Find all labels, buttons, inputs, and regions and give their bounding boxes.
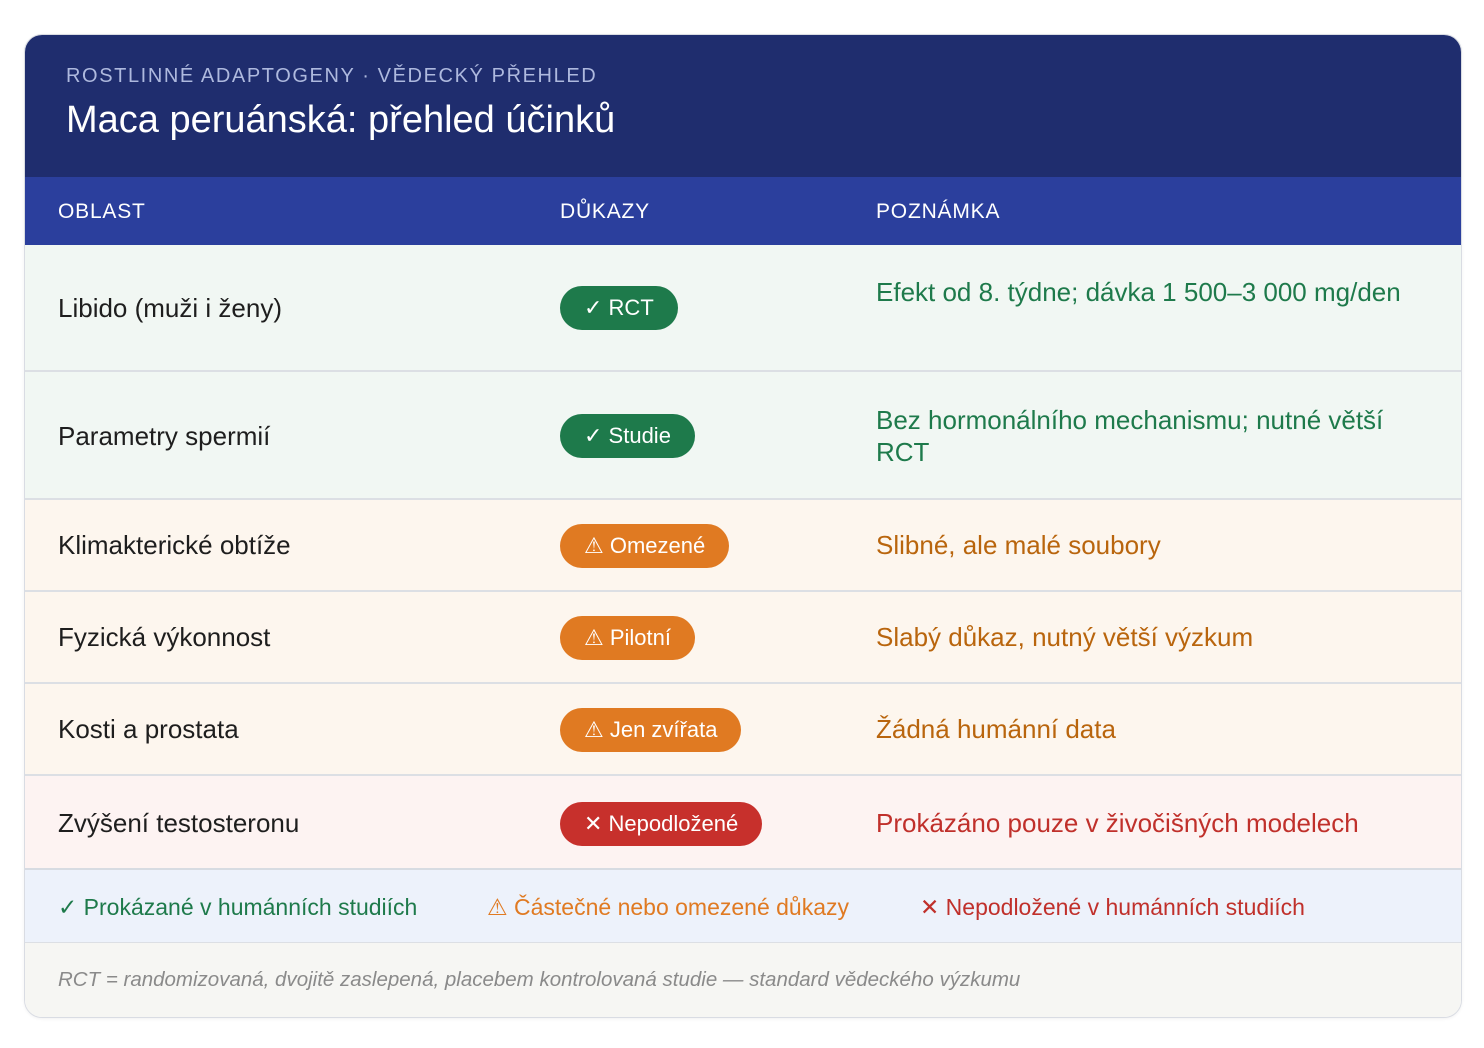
row-area: Zvýšení testosteronu xyxy=(58,808,300,838)
legend-proven: ✓ Prokázané v humánních studiích xyxy=(58,894,418,920)
table-header: OBLAST DŮKAZY POZNÁMKA xyxy=(25,177,1461,245)
table-row: Klimakterické obtíže ⚠ Omezené Slibné, a… xyxy=(25,500,1461,592)
row-area: Fyzická výkonnost xyxy=(58,622,271,652)
column-header-area: OBLAST xyxy=(58,200,146,223)
evidence-badge: ✓ RCT xyxy=(560,286,678,330)
evidence-badge: ⚠ Jen zvířata xyxy=(560,708,742,752)
legend-partial: ⚠ Částečné nebo omezené důkazy xyxy=(487,894,850,920)
row-note: Prokázáno pouze v živočišných modelech xyxy=(876,808,1359,838)
evidence-badge: ✕ Nepodložené xyxy=(560,802,763,846)
row-note: Žádná humánní data xyxy=(876,714,1116,744)
column-header-evidence: DŮKAZY xyxy=(560,200,650,223)
row-note: Slibné, ale malé soubory xyxy=(876,530,1161,560)
row-area: Klimakterické obtíže xyxy=(58,530,291,560)
evidence-legend: ✓ Prokázané v humánních studiích ⚠ Částe… xyxy=(25,868,1461,943)
row-note: Bez hormonálního mechanismu; nutné větší… xyxy=(876,405,1384,467)
table-row: Zvýšení testosteronu ✕ Nepodložené Proká… xyxy=(25,776,1461,868)
category-kicker: ROSTLINNÉ ADAPTOGENY · VĚDECKÝ PŘEHLED xyxy=(66,65,598,87)
footnote: RCT = randomizovaná, dvojitě zaslepená, … xyxy=(25,943,1461,1017)
column-header-note: POZNÁMKA xyxy=(876,200,1001,223)
row-area: Libido (muži i ženy) xyxy=(58,293,282,323)
maca-effects-card: ROSTLINNÉ ADAPTOGENY · VĚDECKÝ PŘEHLED M… xyxy=(24,34,1462,1018)
footnote-text: RCT = randomizovaná, dvojitě zaslepená, … xyxy=(58,968,1021,991)
row-note: Slabý důkaz, nutný větší výzkum xyxy=(876,622,1254,652)
table-row: Parametry spermií ✓ Studie Bez hormonáln… xyxy=(25,372,1461,500)
table-row: Kosti a prostata ⚠ Jen zvířata Žádná hum… xyxy=(25,684,1461,776)
page-title: Maca peruánská: přehled účinků xyxy=(66,99,616,141)
legend-unsupported: ✕ Nepodložené v humánních studiích xyxy=(920,894,1305,920)
evidence-badge: ⚠ Omezené xyxy=(560,524,730,568)
evidence-badge: ✓ Studie xyxy=(560,414,695,458)
card-header: ROSTLINNÉ ADAPTOGENY · VĚDECKÝ PŘEHLED M… xyxy=(25,35,1461,177)
table-row: Fyzická výkonnost ⚠ Pilotní Slabý důkaz,… xyxy=(25,592,1461,684)
table-row: Libido (muži i ženy) ✓ RCT Efekt od 8. t… xyxy=(25,245,1461,372)
row-area: Parametry spermií xyxy=(58,421,271,451)
row-area: Kosti a prostata xyxy=(58,714,239,744)
evidence-badge: ⚠ Pilotní xyxy=(560,616,695,660)
row-note: Efekt od 8. týdne; dávka 1 500–3 000 mg/… xyxy=(876,277,1401,307)
